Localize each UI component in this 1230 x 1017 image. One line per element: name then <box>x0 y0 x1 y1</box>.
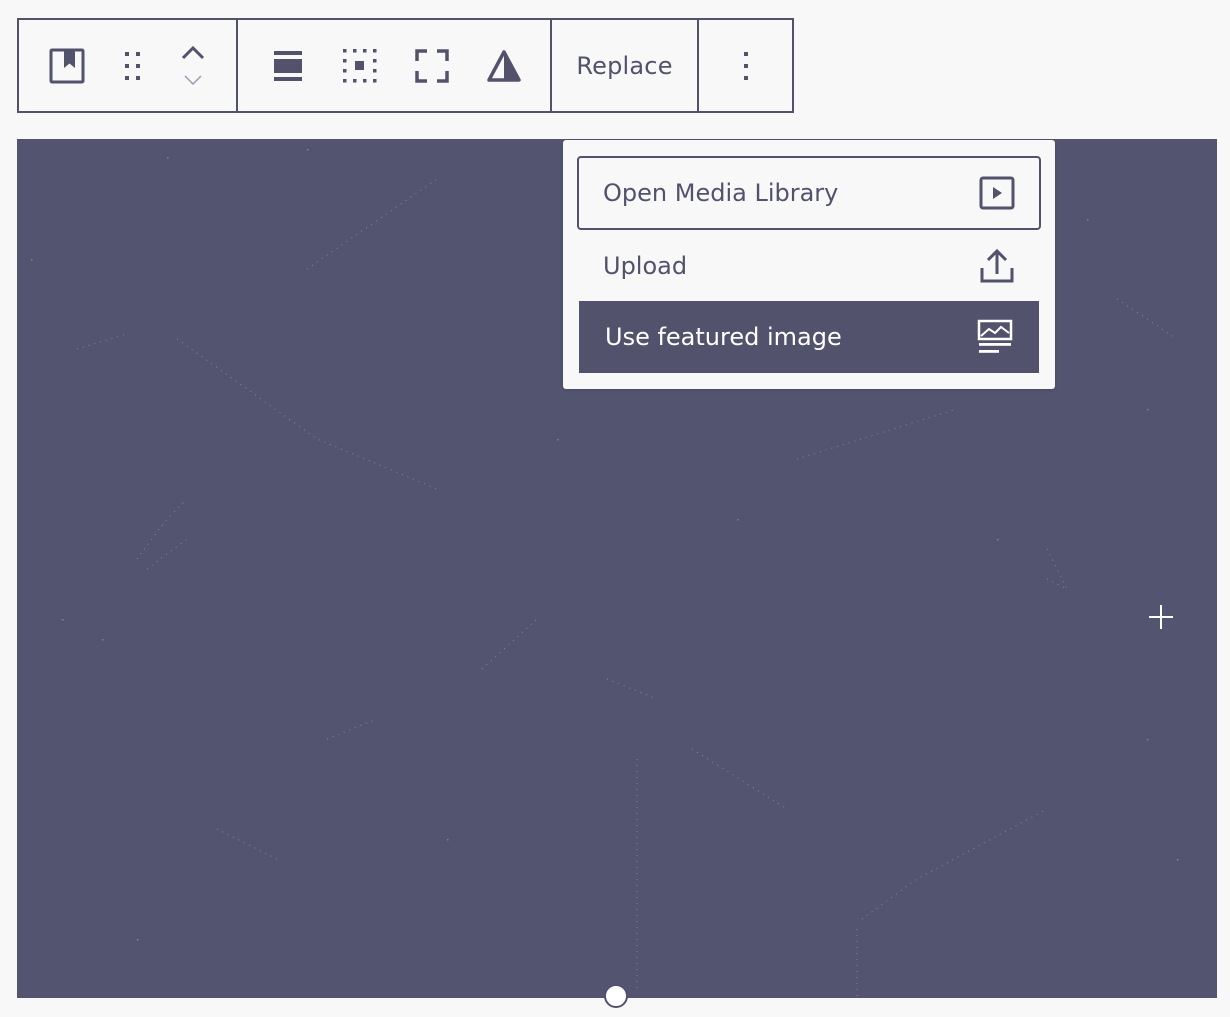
replace-dropdown-menu: Open Media Library Upload Use featured i… <box>563 140 1055 389</box>
drag-handle-icon <box>123 50 143 82</box>
move-up-button[interactable] <box>181 45 205 60</box>
chevron-down-icon <box>184 74 202 85</box>
open-media-library-item[interactable]: Open Media Library <box>577 156 1041 230</box>
block-toolbar: Replace <box>17 18 794 113</box>
featured-image-icon <box>49 48 85 84</box>
fullscreen-icon <box>415 48 449 83</box>
more-options-button[interactable] <box>716 30 776 102</box>
resize-handle[interactable] <box>604 984 628 1008</box>
image-tools-group <box>236 20 550 111</box>
more-vertical-icon <box>743 51 749 81</box>
editor-stage: Replace Open Media Library Upload Use fe… <box>0 0 1230 1017</box>
menu-item-label: Upload <box>603 252 688 280</box>
media-play-icon <box>979 176 1015 210</box>
upload-icon <box>979 248 1015 284</box>
align-wide-icon <box>272 49 304 83</box>
focal-point-icon <box>342 48 378 84</box>
upload-item[interactable]: Upload <box>577 230 1041 302</box>
menu-item-label: Open Media Library <box>603 179 839 207</box>
options-group <box>697 20 792 111</box>
fullscreen-button[interactable] <box>396 30 468 102</box>
move-down-button[interactable] <box>183 74 203 86</box>
featured-image-list-icon <box>977 319 1013 355</box>
focal-point-button[interactable] <box>324 30 396 102</box>
drag-handle[interactable] <box>103 30 163 102</box>
align-button[interactable] <box>252 30 324 102</box>
replace-button[interactable]: Replace <box>570 42 678 90</box>
duotone-filter-icon <box>487 49 521 82</box>
block-controls-group <box>19 20 236 111</box>
use-featured-image-item[interactable]: Use featured image <box>579 301 1039 373</box>
block-type-button[interactable] <box>31 30 103 102</box>
duotone-button[interactable] <box>468 30 540 102</box>
replace-group: Replace <box>550 20 697 111</box>
block-mover <box>163 30 223 102</box>
chevron-up-icon <box>181 45 205 59</box>
crosshair-icon <box>1149 605 1173 629</box>
menu-item-label: Use featured image <box>605 323 842 351</box>
